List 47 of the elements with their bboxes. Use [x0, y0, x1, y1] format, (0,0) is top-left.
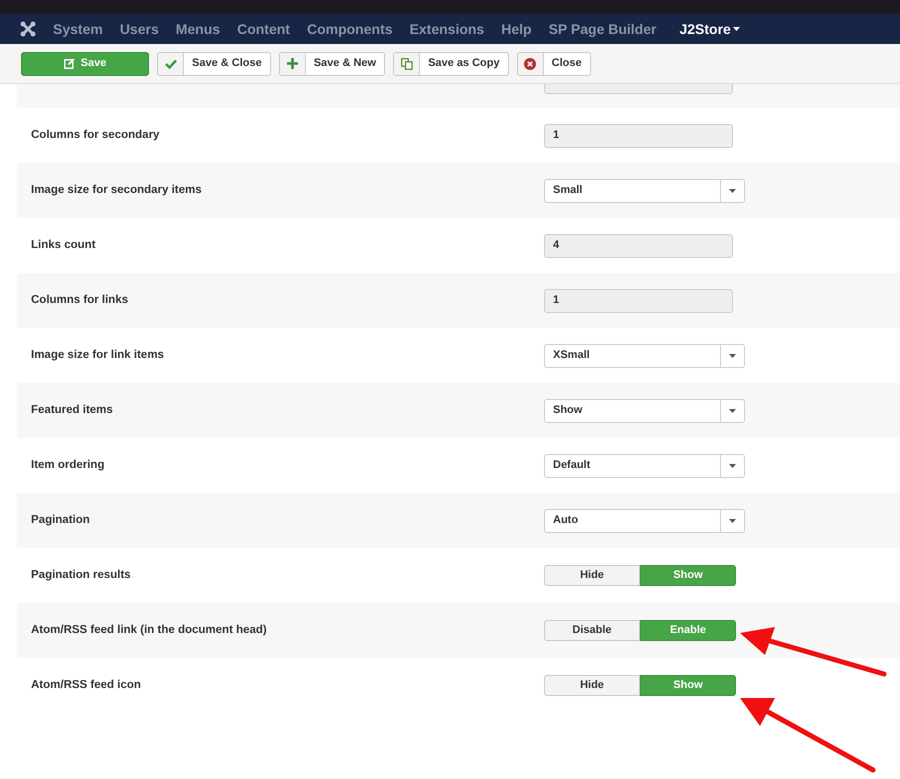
- toolbar-button[interactable]: Close: [516, 52, 591, 76]
- menu-item[interactable]: Menus: [176, 18, 220, 40]
- field-label: Item ordering: [30, 458, 106, 473]
- dropdown-select[interactable]: Show: [544, 398, 745, 422]
- field-label: Image size for link items: [30, 348, 165, 363]
- field-label: Pagination: [30, 512, 91, 528]
- dropdown-select[interactable]: Auto: [544, 508, 745, 532]
- menu-item[interactable]: Help: [501, 18, 532, 40]
- dropdown-select[interactable]: Small: [544, 178, 745, 202]
- toolbar-button[interactable]: Save as Copy: [393, 52, 509, 76]
- menu-item[interactable]: SP Page Builder: [548, 18, 656, 40]
- copy-icon: [400, 58, 413, 70]
- text-field[interactable]: 1: [544, 124, 733, 148]
- menu-item[interactable]: Content: [237, 18, 290, 40]
- toggle-option[interactable]: Disable: [544, 620, 640, 641]
- menu-item[interactable]: Extensions: [410, 18, 484, 40]
- text-field[interactable]: 4: [544, 234, 733, 258]
- field-label: Atom/RSS feed link (in the document head): [30, 622, 268, 638]
- toggle-option[interactable]: Hide: [544, 565, 640, 586]
- toolbar-button[interactable]: Save & Close: [157, 52, 271, 76]
- caret-icon: [732, 27, 740, 31]
- caret-icon: [729, 188, 736, 192]
- menu-dropdown[interactable]: J2Store: [679, 18, 740, 40]
- caret-icon: [729, 464, 736, 468]
- plus-icon: [286, 58, 298, 69]
- dropdown-select[interactable]: XSmall: [544, 344, 745, 368]
- edit-icon: [64, 58, 75, 69]
- toolbar-button[interactable]: Save & New: [278, 52, 386, 76]
- field-label: Image size for secondary items: [30, 182, 203, 198]
- joomla-logo-icon[interactable]: [20, 21, 36, 37]
- field-label: Columns for secondary: [30, 128, 160, 143]
- text-field[interactable]: 1: [544, 288, 733, 312]
- field-label: Pagination results: [30, 568, 132, 583]
- caret-icon: [729, 408, 736, 412]
- field-label: Featured items: [30, 402, 114, 418]
- menu-item[interactable]: Users: [120, 18, 159, 40]
- field-label: Atom/RSS feed icon: [30, 678, 142, 693]
- toggle-option[interactable]: Hide: [544, 675, 640, 696]
- dropdown-select[interactable]: Default: [544, 454, 745, 478]
- menu-item[interactable]: System: [53, 18, 103, 40]
- close-icon: [524, 58, 536, 70]
- caret-icon: [729, 354, 736, 358]
- field-label: Links count: [30, 238, 97, 253]
- check-icon: [164, 58, 176, 68]
- field-label: Columns for links: [30, 292, 130, 308]
- menu-item[interactable]: Components: [306, 18, 393, 40]
- caret-icon: [729, 518, 736, 522]
